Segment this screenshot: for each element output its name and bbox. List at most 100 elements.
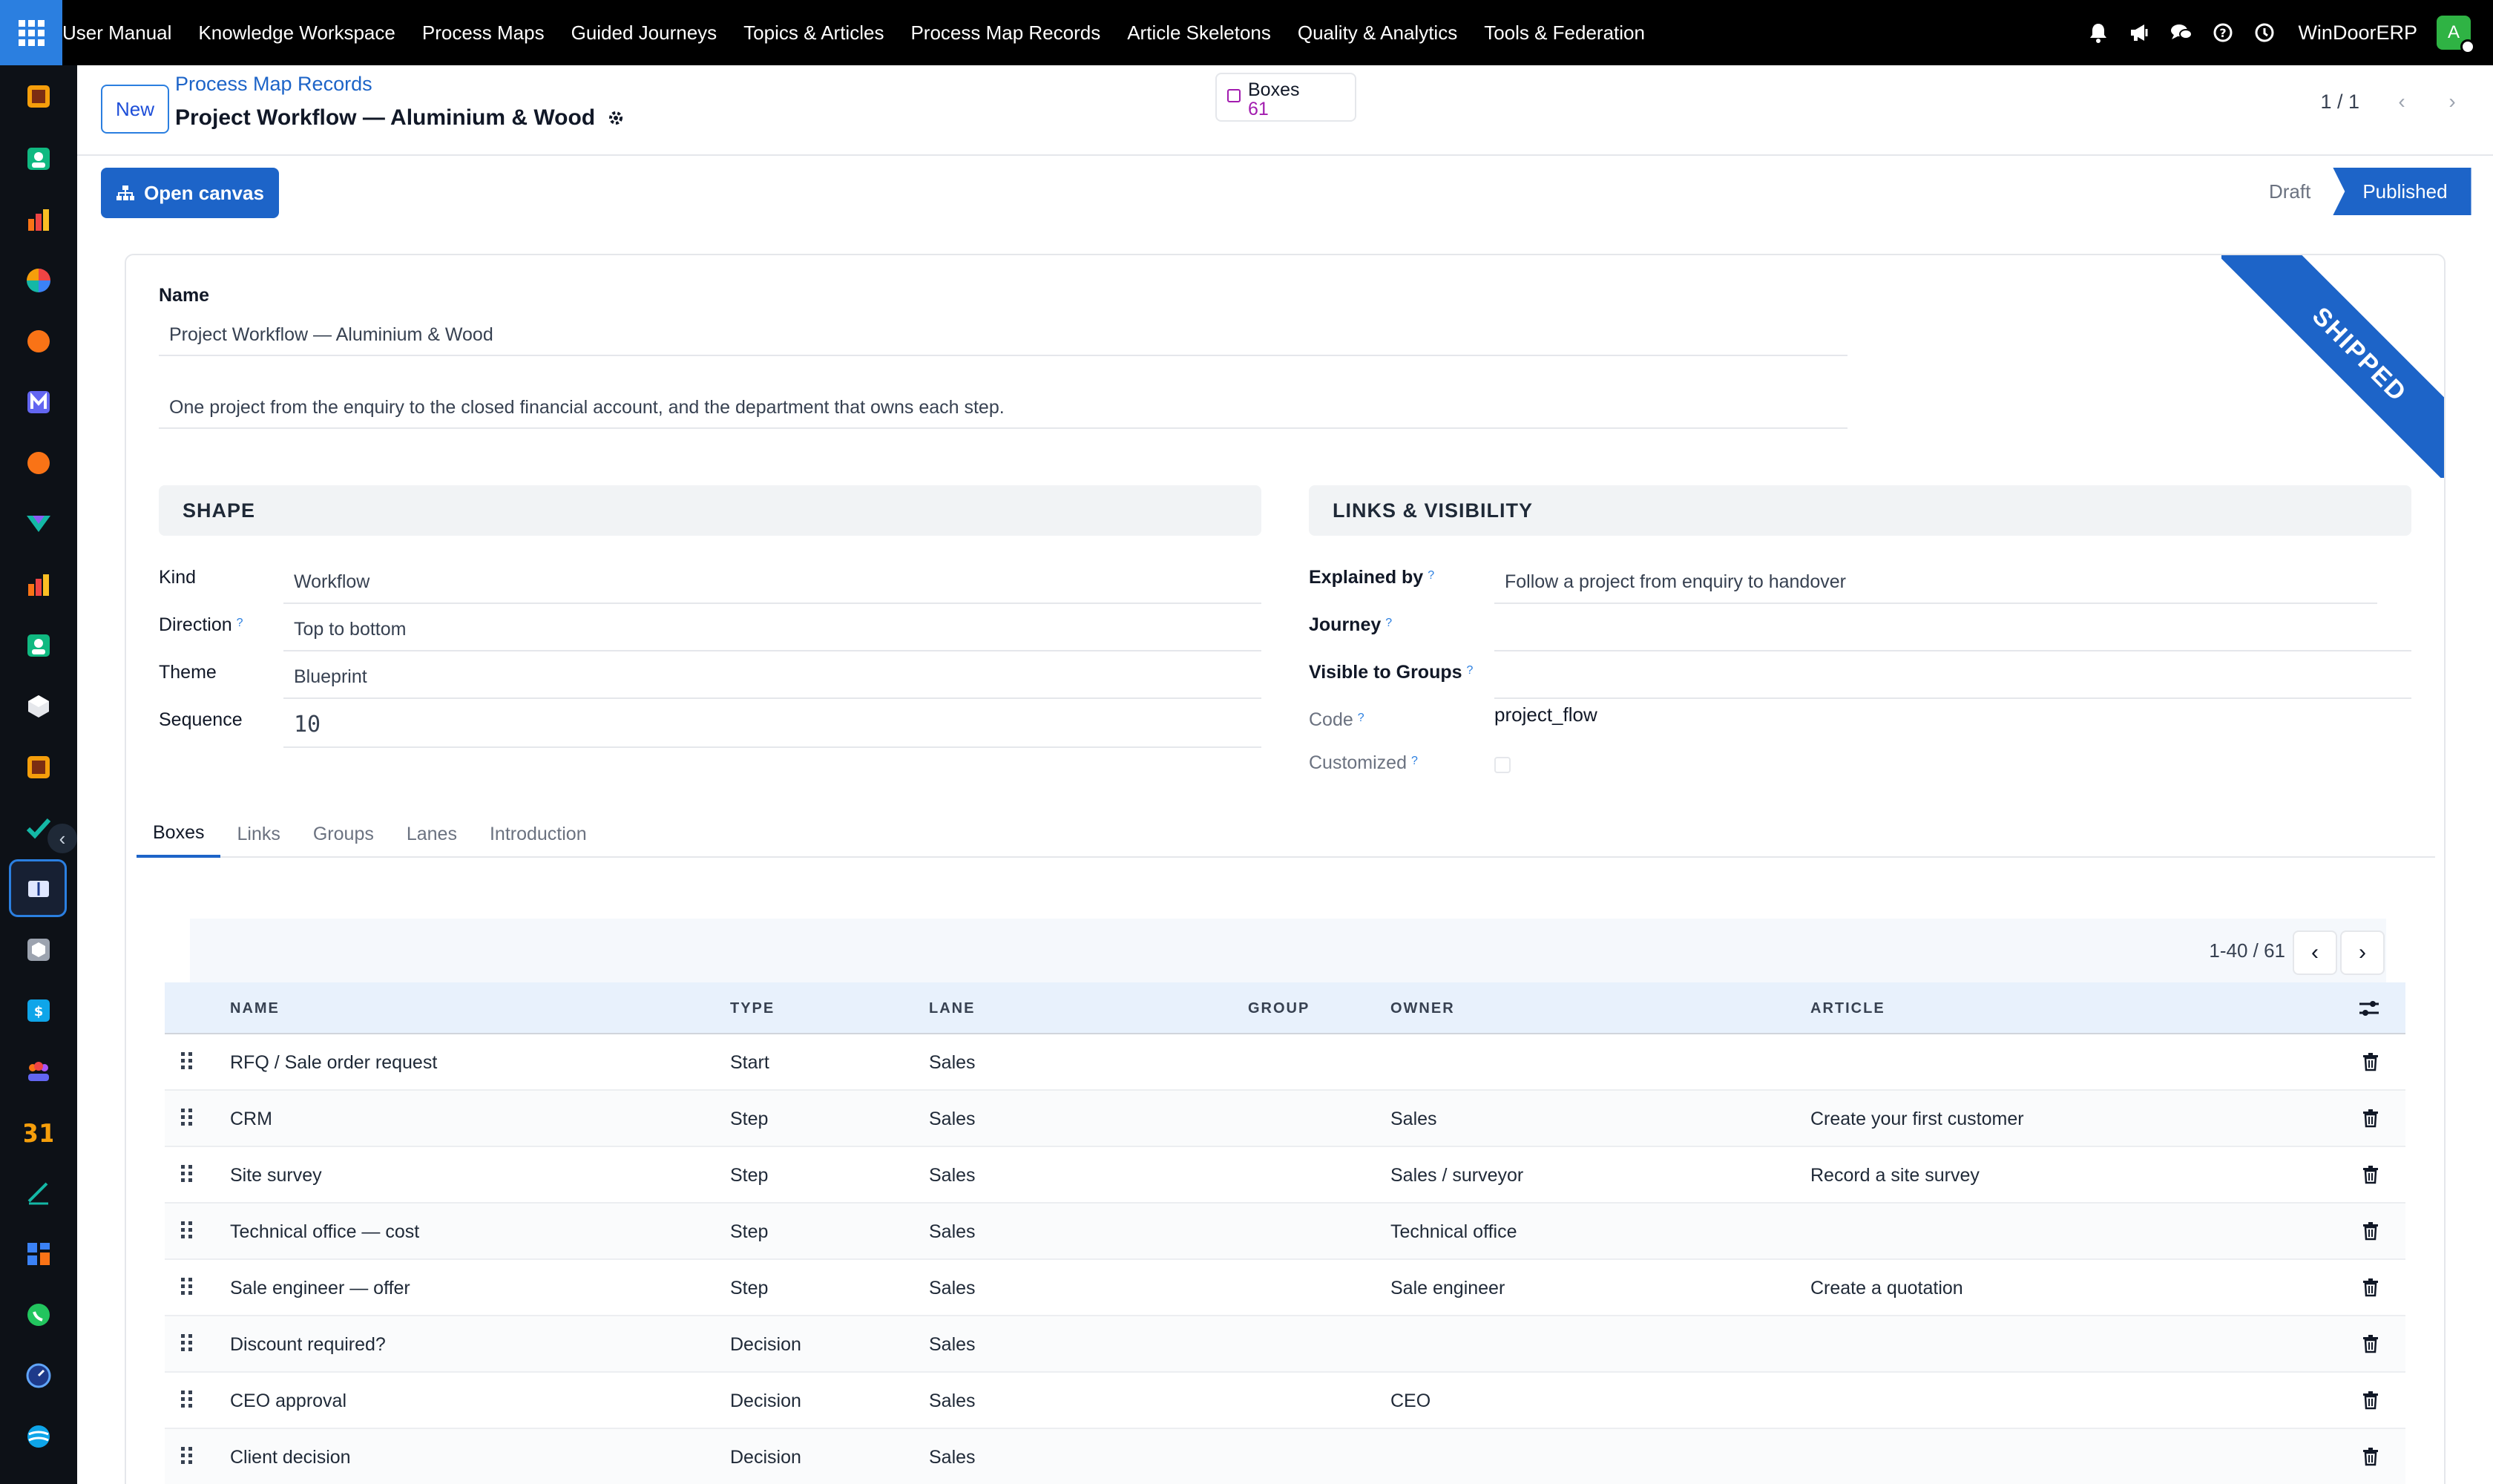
chat-icon[interactable] xyxy=(2170,22,2193,44)
trash-icon[interactable] xyxy=(2362,1278,2379,1297)
todo-app-icon[interactable] xyxy=(24,813,53,843)
help-tooltip-icon[interactable]: ? xyxy=(1411,755,1418,767)
customized-checkbox[interactable] xyxy=(1494,757,1511,773)
invoicing-app-icon[interactable]: $ xyxy=(24,996,53,1025)
table-row[interactable]: CRM Step Sales Sales Create your first c… xyxy=(165,1091,2405,1147)
drag-handle-icon[interactable] xyxy=(181,1221,192,1238)
drag-handle-icon[interactable] xyxy=(181,1278,192,1295)
table-pager-value[interactable]: 1-40 / 61 xyxy=(2209,939,2285,962)
trash-icon[interactable] xyxy=(2362,1165,2379,1184)
table-row[interactable]: Site survey Step Sales Sales / surveyor … xyxy=(165,1147,2405,1204)
menu-topics-articles[interactable]: Topics & Articles xyxy=(730,0,897,65)
menu-process-map-records[interactable]: Process Map Records xyxy=(897,0,1114,65)
menu-user-manual[interactable]: User Manual xyxy=(62,0,185,65)
livechat-app-icon[interactable] xyxy=(24,448,53,478)
tab-boxes[interactable]: Boxes xyxy=(137,810,221,858)
inventory-app-icon[interactable] xyxy=(24,692,53,721)
sales-app-icon[interactable] xyxy=(24,205,53,234)
table-next-button[interactable]: › xyxy=(2340,930,2385,975)
discuss-app-icon[interactable] xyxy=(24,326,53,356)
help-tooltip-icon[interactable]: ? xyxy=(1428,569,1434,582)
drag-handle-icon[interactable] xyxy=(181,1447,192,1464)
help-tooltip-icon[interactable]: ? xyxy=(1385,617,1392,629)
apps-app-icon[interactable] xyxy=(24,1239,53,1269)
website-app-icon[interactable] xyxy=(24,1422,53,1451)
column-settings-icon[interactable] xyxy=(2358,982,2380,1034)
table-row[interactable]: Technical office — cost Step Sales Techn… xyxy=(165,1204,2405,1260)
journey-field[interactable] xyxy=(1494,608,2411,651)
drag-handle-icon[interactable] xyxy=(181,1165,192,1182)
pager-value[interactable]: 1 / 1 xyxy=(2320,91,2359,114)
col-name[interactable]: NAME xyxy=(230,982,280,1034)
boxes-smart-button[interactable]: Boxes 61 xyxy=(1215,73,1356,122)
trash-icon[interactable] xyxy=(2362,1109,2379,1128)
company-name[interactable]: WinDoorERP xyxy=(2298,22,2417,45)
drag-handle-icon[interactable] xyxy=(181,1391,192,1408)
knowledge-app-icon[interactable] xyxy=(24,874,53,904)
trash-icon[interactable] xyxy=(2362,1447,2379,1466)
email-marketing-app-icon[interactable] xyxy=(24,387,53,417)
col-lane[interactable]: LANE xyxy=(929,982,975,1034)
tab-lanes[interactable]: Lanes xyxy=(390,810,473,858)
breadcrumb[interactable]: Process Map Records xyxy=(175,73,372,96)
trash-icon[interactable] xyxy=(2362,1052,2379,1071)
bell-icon[interactable] xyxy=(2087,22,2109,44)
dashboard-app-icon[interactable] xyxy=(24,266,53,295)
calendar-app-icon[interactable]: 31 xyxy=(24,1117,53,1147)
direction-field[interactable]: Top to bottom xyxy=(283,608,1261,651)
trash-icon[interactable] xyxy=(2362,1221,2379,1241)
col-article[interactable]: ARTICLE xyxy=(1810,982,1885,1034)
timer-app-icon[interactable] xyxy=(24,1361,53,1391)
reporting-app-icon[interactable] xyxy=(24,570,53,600)
menu-quality-analytics[interactable]: Quality & Analytics xyxy=(1284,0,1471,65)
sign-app-icon[interactable] xyxy=(24,1178,53,1208)
megaphone-icon[interactable] xyxy=(2129,22,2151,44)
documents-app-icon[interactable] xyxy=(24,82,53,111)
user-avatar[interactable]: A xyxy=(2437,16,2475,54)
tab-introduction[interactable]: Introduction xyxy=(473,810,603,858)
table-row[interactable]: Sale engineer — offer Step Sales Sale en… xyxy=(165,1260,2405,1316)
menu-article-skeletons[interactable]: Article Skeletons xyxy=(1114,0,1284,65)
drag-handle-icon[interactable] xyxy=(181,1109,192,1126)
trash-icon[interactable] xyxy=(2362,1391,2379,1410)
table-row[interactable]: Client decision Decision Sales xyxy=(165,1429,2405,1484)
help-tooltip-icon[interactable]: ? xyxy=(1467,664,1474,677)
contacts-app-icon[interactable] xyxy=(24,144,53,174)
menu-process-maps[interactable]: Process Maps xyxy=(409,0,558,65)
gear-icon[interactable] xyxy=(607,109,625,127)
col-type[interactable]: TYPE xyxy=(730,982,775,1034)
trash-icon[interactable] xyxy=(2362,1334,2379,1353)
chevron-left-icon[interactable]: ‹ xyxy=(2380,80,2423,123)
clock-icon[interactable] xyxy=(2253,22,2276,44)
tab-groups[interactable]: Groups xyxy=(297,810,390,858)
sequence-field[interactable]: 10 xyxy=(283,702,1261,748)
open-canvas-button[interactable]: Open canvas xyxy=(101,168,279,218)
table-prev-button[interactable]: ‹ xyxy=(2293,930,2337,975)
new-button[interactable]: New xyxy=(101,85,169,134)
help-tooltip-icon[interactable]: ? xyxy=(237,617,243,629)
drag-handle-icon[interactable] xyxy=(181,1052,192,1069)
tab-links[interactable]: Links xyxy=(220,810,296,858)
help-tooltip-icon[interactable]: ? xyxy=(1358,712,1364,724)
drag-handle-icon[interactable] xyxy=(181,1334,192,1351)
description-field[interactable]: One project from the enquiry to the clos… xyxy=(159,387,1847,429)
explained-by-field[interactable]: Follow a project from enquiry to handove… xyxy=(1494,561,2377,604)
status-draft[interactable]: Draft xyxy=(2247,168,2333,215)
status-published[interactable]: Published xyxy=(2333,168,2471,215)
table-row[interactable]: CEO approval Decision Sales CEO xyxy=(165,1373,2405,1429)
app-menu-button[interactable] xyxy=(0,0,62,65)
table-row[interactable]: RFQ / Sale order request Start Sales xyxy=(165,1034,2405,1091)
visible-to-groups-field[interactable] xyxy=(1494,656,2411,699)
kind-field[interactable]: Workflow xyxy=(283,561,1261,604)
help-icon[interactable]: ? xyxy=(2212,22,2234,44)
team-app-icon[interactable] xyxy=(24,1057,53,1086)
menu-knowledge-workspace[interactable]: Knowledge Workspace xyxy=(185,0,408,65)
menu-guided-journeys[interactable]: Guided Journeys xyxy=(558,0,731,65)
project-app-icon[interactable] xyxy=(24,509,53,539)
col-owner[interactable]: OWNER xyxy=(1390,982,1455,1034)
documents-app-icon[interactable] xyxy=(24,752,53,782)
whatsapp-app-icon[interactable] xyxy=(24,1300,53,1330)
col-group[interactable]: GROUP xyxy=(1248,982,1310,1034)
name-field[interactable]: Project Workflow — Aluminium & Wood xyxy=(159,315,1847,356)
products-app-icon[interactable] xyxy=(24,935,53,965)
